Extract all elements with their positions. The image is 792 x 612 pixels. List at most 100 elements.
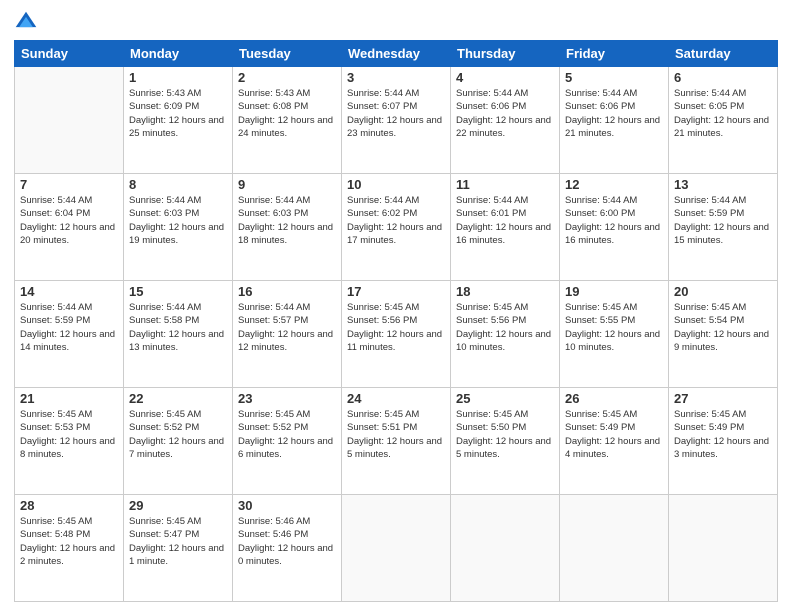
calendar-cell bbox=[342, 495, 451, 602]
day-info: Sunrise: 5:44 AM Sunset: 5:59 PM Dayligh… bbox=[674, 194, 772, 247]
day-number: 26 bbox=[565, 391, 663, 406]
day-number: 10 bbox=[347, 177, 445, 192]
day-info: Sunrise: 5:44 AM Sunset: 6:07 PM Dayligh… bbox=[347, 87, 445, 140]
day-number: 15 bbox=[129, 284, 227, 299]
day-info: Sunrise: 5:44 AM Sunset: 5:58 PM Dayligh… bbox=[129, 301, 227, 354]
calendar-cell: 10 Sunrise: 5:44 AM Sunset: 6:02 PM Dayli… bbox=[342, 174, 451, 281]
day-info: Sunrise: 5:45 AM Sunset: 5:54 PM Dayligh… bbox=[674, 301, 772, 354]
calendar-cell: 24 Sunrise: 5:45 AM Sunset: 5:51 PM Dayli… bbox=[342, 388, 451, 495]
day-number: 18 bbox=[456, 284, 554, 299]
calendar-week-row: 21 Sunrise: 5:45 AM Sunset: 5:53 PM Dayli… bbox=[15, 388, 778, 495]
calendar-cell bbox=[669, 495, 778, 602]
day-info: Sunrise: 5:44 AM Sunset: 6:06 PM Dayligh… bbox=[565, 87, 663, 140]
calendar-cell: 22 Sunrise: 5:45 AM Sunset: 5:52 PM Dayli… bbox=[124, 388, 233, 495]
calendar-day-header: Monday bbox=[124, 41, 233, 67]
header bbox=[14, 10, 778, 34]
calendar-day-header: Thursday bbox=[451, 41, 560, 67]
calendar-cell: 8Sunrise: 5:44 AM Sunset: 6:03 PM Daylig… bbox=[124, 174, 233, 281]
calendar-day-header: Tuesday bbox=[233, 41, 342, 67]
calendar-cell: 14 Sunrise: 5:44 AM Sunset: 5:59 PM Dayli… bbox=[15, 281, 124, 388]
day-info: Sunrise: 5:46 AM Sunset: 5:46 PM Dayligh… bbox=[238, 515, 336, 568]
calendar-cell: 28 Sunrise: 5:45 AM Sunset: 5:48 PM Dayli… bbox=[15, 495, 124, 602]
day-info: Sunrise: 5:44 AM Sunset: 6:02 PM Dayligh… bbox=[347, 194, 445, 247]
day-number: 13 bbox=[674, 177, 772, 192]
day-number: 8 bbox=[129, 177, 227, 192]
calendar-week-row: 7 Sunrise: 5:44 AM Sunset: 6:04 PM Daylig… bbox=[15, 174, 778, 281]
day-number: 5 bbox=[565, 70, 663, 85]
calendar-cell: 3 Sunrise: 5:44 AM Sunset: 6:07 PM Daylig… bbox=[342, 67, 451, 174]
calendar-cell: 18 Sunrise: 5:45 AM Sunset: 5:56 PM Dayli… bbox=[451, 281, 560, 388]
day-info: Sunrise: 5:45 AM Sunset: 5:52 PM Dayligh… bbox=[129, 408, 227, 461]
day-number: 3 bbox=[347, 70, 445, 85]
day-number: 23 bbox=[238, 391, 336, 406]
day-info: Sunrise: 5:45 AM Sunset: 5:56 PM Dayligh… bbox=[456, 301, 554, 354]
day-number: 16 bbox=[238, 284, 336, 299]
day-number: 2 bbox=[238, 70, 336, 85]
calendar-cell: 1 Sunrise: 5:43 AM Sunset: 6:09 PM Daylig… bbox=[124, 67, 233, 174]
day-number: 1 bbox=[129, 70, 227, 85]
day-number: 29 bbox=[129, 498, 227, 513]
calendar-cell: 30 Sunrise: 5:46 AM Sunset: 5:46 PM Dayli… bbox=[233, 495, 342, 602]
day-number: 4 bbox=[456, 70, 554, 85]
day-number: 9 bbox=[238, 177, 336, 192]
calendar-cell bbox=[15, 67, 124, 174]
calendar-cell: 4Sunrise: 5:44 AM Sunset: 6:06 PM Daylig… bbox=[451, 67, 560, 174]
day-info: Sunrise: 5:45 AM Sunset: 5:50 PM Dayligh… bbox=[456, 408, 554, 461]
day-info: Sunrise: 5:44 AM Sunset: 5:57 PM Dayligh… bbox=[238, 301, 336, 354]
day-info: Sunrise: 5:44 AM Sunset: 6:00 PM Dayligh… bbox=[565, 194, 663, 247]
day-info: Sunrise: 5:45 AM Sunset: 5:47 PM Dayligh… bbox=[129, 515, 227, 568]
calendar-cell: 20Sunrise: 5:45 AM Sunset: 5:54 PM Dayli… bbox=[669, 281, 778, 388]
calendar-day-header: Saturday bbox=[669, 41, 778, 67]
calendar-cell: 12Sunrise: 5:44 AM Sunset: 6:00 PM Dayli… bbox=[560, 174, 669, 281]
day-info: Sunrise: 5:45 AM Sunset: 5:51 PM Dayligh… bbox=[347, 408, 445, 461]
calendar-cell bbox=[560, 495, 669, 602]
day-info: Sunrise: 5:44 AM Sunset: 5:59 PM Dayligh… bbox=[20, 301, 118, 354]
day-info: Sunrise: 5:45 AM Sunset: 5:55 PM Dayligh… bbox=[565, 301, 663, 354]
calendar-header-row: SundayMondayTuesdayWednesdayThursdayFrid… bbox=[15, 41, 778, 67]
calendar-day-header: Sunday bbox=[15, 41, 124, 67]
day-info: Sunrise: 5:45 AM Sunset: 5:48 PM Dayligh… bbox=[20, 515, 118, 568]
day-number: 22 bbox=[129, 391, 227, 406]
page: SundayMondayTuesdayWednesdayThursdayFrid… bbox=[0, 0, 792, 612]
day-number: 6 bbox=[674, 70, 772, 85]
calendar-cell: 7 Sunrise: 5:44 AM Sunset: 6:04 PM Daylig… bbox=[15, 174, 124, 281]
day-number: 14 bbox=[20, 284, 118, 299]
calendar-week-row: 14 Sunrise: 5:44 AM Sunset: 5:59 PM Dayli… bbox=[15, 281, 778, 388]
calendar-cell: 21 Sunrise: 5:45 AM Sunset: 5:53 PM Dayli… bbox=[15, 388, 124, 495]
day-number: 19 bbox=[565, 284, 663, 299]
day-number: 24 bbox=[347, 391, 445, 406]
calendar-week-row: 28 Sunrise: 5:45 AM Sunset: 5:48 PM Dayli… bbox=[15, 495, 778, 602]
calendar-cell: 19 Sunrise: 5:45 AM Sunset: 5:55 PM Dayli… bbox=[560, 281, 669, 388]
calendar-cell: 11 Sunrise: 5:44 AM Sunset: 6:01 PM Dayli… bbox=[451, 174, 560, 281]
day-info: Sunrise: 5:43 AM Sunset: 6:08 PM Dayligh… bbox=[238, 87, 336, 140]
calendar-cell: 5 Sunrise: 5:44 AM Sunset: 6:06 PM Daylig… bbox=[560, 67, 669, 174]
day-info: Sunrise: 5:43 AM Sunset: 6:09 PM Dayligh… bbox=[129, 87, 227, 140]
calendar-cell: 2 Sunrise: 5:43 AM Sunset: 6:08 PM Daylig… bbox=[233, 67, 342, 174]
calendar-cell: 6Sunrise: 5:44 AM Sunset: 6:05 PM Daylig… bbox=[669, 67, 778, 174]
calendar-cell: 15 Sunrise: 5:44 AM Sunset: 5:58 PM Dayli… bbox=[124, 281, 233, 388]
calendar-cell: 17Sunrise: 5:45 AM Sunset: 5:56 PM Dayli… bbox=[342, 281, 451, 388]
logo-icon bbox=[14, 10, 38, 34]
day-number: 7 bbox=[20, 177, 118, 192]
day-number: 25 bbox=[456, 391, 554, 406]
calendar-day-header: Wednesday bbox=[342, 41, 451, 67]
calendar-cell bbox=[451, 495, 560, 602]
day-info: Sunrise: 5:44 AM Sunset: 6:04 PM Dayligh… bbox=[20, 194, 118, 247]
day-info: Sunrise: 5:44 AM Sunset: 6:03 PM Dayligh… bbox=[238, 194, 336, 247]
day-number: 27 bbox=[674, 391, 772, 406]
day-number: 17 bbox=[347, 284, 445, 299]
day-number: 30 bbox=[238, 498, 336, 513]
calendar-day-header: Friday bbox=[560, 41, 669, 67]
day-info: Sunrise: 5:45 AM Sunset: 5:49 PM Dayligh… bbox=[565, 408, 663, 461]
calendar-cell: 9 Sunrise: 5:44 AM Sunset: 6:03 PM Daylig… bbox=[233, 174, 342, 281]
calendar-cell: 13 Sunrise: 5:44 AM Sunset: 5:59 PM Dayli… bbox=[669, 174, 778, 281]
day-info: Sunrise: 5:45 AM Sunset: 5:53 PM Dayligh… bbox=[20, 408, 118, 461]
calendar-cell: 26 Sunrise: 5:45 AM Sunset: 5:49 PM Dayli… bbox=[560, 388, 669, 495]
calendar-cell: 27Sunrise: 5:45 AM Sunset: 5:49 PM Dayli… bbox=[669, 388, 778, 495]
day-number: 28 bbox=[20, 498, 118, 513]
calendar-week-row: 1 Sunrise: 5:43 AM Sunset: 6:09 PM Daylig… bbox=[15, 67, 778, 174]
calendar-table: SundayMondayTuesdayWednesdayThursdayFrid… bbox=[14, 40, 778, 602]
day-info: Sunrise: 5:44 AM Sunset: 6:01 PM Dayligh… bbox=[456, 194, 554, 247]
day-number: 11 bbox=[456, 177, 554, 192]
day-number: 21 bbox=[20, 391, 118, 406]
